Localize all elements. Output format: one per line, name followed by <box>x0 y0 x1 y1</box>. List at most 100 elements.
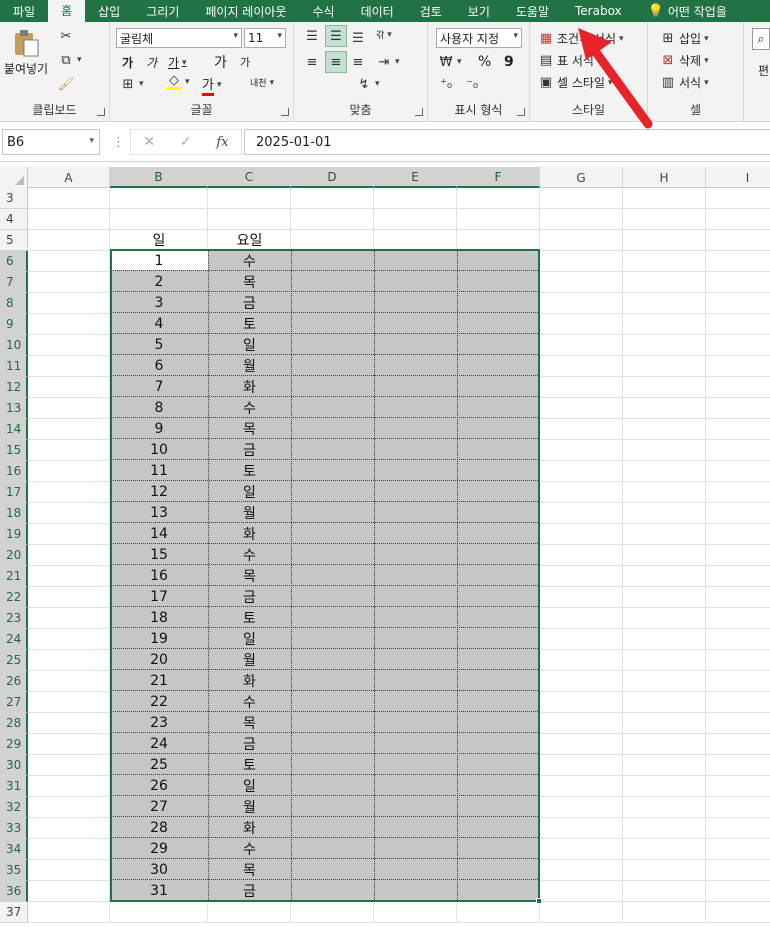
tab-9[interactable]: 도움말 <box>503 0 562 22</box>
row-header-16[interactable]: 16 <box>0 461 28 482</box>
indent-button[interactable]: ⇥ ▾ <box>376 54 400 70</box>
row-header-25[interactable]: 25 <box>0 650 28 671</box>
italic-button[interactable]: 가 <box>146 54 157 71</box>
underline-button[interactable]: 가 ▾ <box>168 54 187 71</box>
column-header-a[interactable]: A <box>28 167 110 188</box>
align-left-button[interactable]: ≡ <box>304 54 320 70</box>
cancel-icon[interactable]: ✕ <box>143 134 155 150</box>
bold-button[interactable]: 가 <box>122 54 133 71</box>
row-header-9[interactable]: 9 <box>0 314 28 335</box>
row-header-14[interactable]: 14 <box>0 419 28 440</box>
insert-cells-button[interactable]: ⊞ 삽입 ▾ <box>660 30 709 47</box>
tab-7[interactable]: 검토 <box>407 0 455 22</box>
orientation-button[interactable]: 갂 ▾ <box>376 28 392 42</box>
row-header-13[interactable]: 13 <box>0 398 28 419</box>
align-top-button[interactable]: ☰ <box>304 28 320 44</box>
wrap-text-button[interactable]: ↯ ▾ <box>356 76 380 92</box>
row-header-29[interactable]: 29 <box>0 734 28 755</box>
font-size-combo[interactable]: 11 ▾ <box>244 28 286 48</box>
row-header-19[interactable]: 19 <box>0 524 28 545</box>
font-name-combo[interactable]: 굴림체 ▾ <box>116 28 242 48</box>
row-header-22[interactable]: 22 <box>0 587 28 608</box>
format-cells-button[interactable]: ▥ 서식 ▾ <box>660 74 709 91</box>
column-header-f[interactable]: F <box>457 167 540 188</box>
column-header-i[interactable]: I <box>706 167 770 188</box>
tab-3[interactable]: 그리기 <box>133 0 192 22</box>
align-right-button[interactable]: ≡ <box>350 54 366 70</box>
row-header-33[interactable]: 33 <box>0 818 28 839</box>
clipboard-launcher-icon[interactable] <box>97 108 105 116</box>
formula-input[interactable]: 2025-01-01 <box>244 129 770 155</box>
tab-6[interactable]: 데이터 <box>348 0 407 22</box>
row-header-27[interactable]: 27 <box>0 692 28 713</box>
comma-button[interactable]: 9 <box>504 54 514 70</box>
row-header-28[interactable]: 28 <box>0 713 28 734</box>
currency-button[interactable]: ₩ ▾ <box>438 54 462 70</box>
insert-function-icon[interactable]: fx <box>216 135 228 150</box>
align-middle-button[interactable]: ☰ <box>325 25 347 47</box>
increase-decimal-button[interactable]: ⁺₀ <box>438 76 454 92</box>
conditional-format-button[interactable]: ▦ 조건부 서식 ▾ <box>538 30 624 47</box>
grow-font-button[interactable]: 가 <box>214 52 227 72</box>
row-header-17[interactable]: 17 <box>0 482 28 503</box>
alignment-launcher-icon[interactable] <box>415 108 423 116</box>
worksheet-grid[interactable]: 3 4 5 6 7 8 9 10 11 12 13 14 15 16 17 18 19 20 21 22 23 24 25 2… <box>0 188 770 927</box>
percent-button[interactable]: % <box>478 54 491 70</box>
row-header-10[interactable]: 10 <box>0 335 28 356</box>
row-header-3[interactable]: 3 <box>0 188 28 209</box>
cell-c5-weekday-header[interactable]: 요일 <box>208 229 291 250</box>
paste-button[interactable]: 붙여넣기 <box>4 28 48 77</box>
number-launcher-icon[interactable] <box>517 108 525 116</box>
tab-5[interactable]: 수식 <box>299 0 347 22</box>
format-as-table-button[interactable]: ▤ 표 서식 ▾ <box>538 52 602 69</box>
row-header-36[interactable]: 36 <box>0 881 28 902</box>
row-header-15[interactable]: 15 <box>0 440 28 461</box>
delete-cells-button[interactable]: ⊠ 삭제 ▾ <box>660 52 709 69</box>
row-header-20[interactable]: 20 <box>0 545 28 566</box>
column-header-h[interactable]: H <box>623 167 706 188</box>
tab-0[interactable]: 파일 <box>0 0 48 22</box>
cut-button[interactable]: ✂ <box>58 28 74 44</box>
tab-2[interactable]: 삽입 <box>85 0 133 22</box>
cell-styles-button[interactable]: ▣ 셀 스타일 ▾ <box>538 74 613 91</box>
row-header-21[interactable]: 21 <box>0 566 28 587</box>
decrease-decimal-button[interactable]: ⁻₀ <box>464 76 480 92</box>
formula-bar-grip-icon[interactable]: ⋮ <box>112 135 125 150</box>
number-format-combo[interactable]: 사용자 지정 ▾ <box>436 28 522 48</box>
row-header-26[interactable]: 26 <box>0 671 28 692</box>
row-header-37[interactable]: 37 <box>0 902 28 923</box>
align-center-button[interactable]: ≡ <box>325 51 347 73</box>
row-header-32[interactable]: 32 <box>0 797 28 818</box>
align-bottom-button[interactable]: ☰ <box>350 30 366 46</box>
column-header-g[interactable]: G <box>540 167 623 188</box>
tab-8[interactable]: 보기 <box>455 0 503 22</box>
fill-color-button[interactable]: ◇ ▾ <box>166 73 190 90</box>
row-header-7[interactable]: 7 <box>0 272 28 293</box>
fill-handle[interactable] <box>536 898 542 904</box>
column-header-e[interactable]: E <box>374 167 457 188</box>
phonetic-button[interactable]: 내천 ▾ <box>250 76 274 90</box>
row-header-4[interactable]: 4 <box>0 209 28 230</box>
cell-b5-day-header[interactable]: 일 <box>110 229 208 250</box>
tab-4[interactable]: 페이지 레이아웃 <box>192 0 299 22</box>
row-header-18[interactable]: 18 <box>0 503 28 524</box>
enter-icon[interactable]: ✓ <box>180 134 192 150</box>
row-header-24[interactable]: 24 <box>0 629 28 650</box>
row-header-30[interactable]: 30 <box>0 755 28 776</box>
row-header-8[interactable]: 8 <box>0 293 28 314</box>
shrink-font-button[interactable]: 가 <box>240 54 250 70</box>
row-header-5[interactable]: 5 <box>0 230 28 251</box>
row-header-35[interactable]: 35 <box>0 860 28 881</box>
font-launcher-icon[interactable] <box>281 108 289 116</box>
tab-11[interactable]: 💡 어떤 작업을 <box>635 0 740 22</box>
row-header-12[interactable]: 12 <box>0 377 28 398</box>
tab-1[interactable]: 홈 <box>48 0 86 22</box>
row-header-11[interactable]: 11 <box>0 356 28 377</box>
name-box[interactable]: B6 ▾ <box>2 129 100 155</box>
copy-button[interactable]: ⧉ ▾ <box>58 52 81 68</box>
column-header-b[interactable]: B <box>110 167 208 188</box>
row-header-34[interactable]: 34 <box>0 839 28 860</box>
column-header-c[interactable]: C <box>208 167 291 188</box>
row-header-6[interactable]: 6 <box>0 251 28 272</box>
select-all-button[interactable] <box>0 167 28 188</box>
